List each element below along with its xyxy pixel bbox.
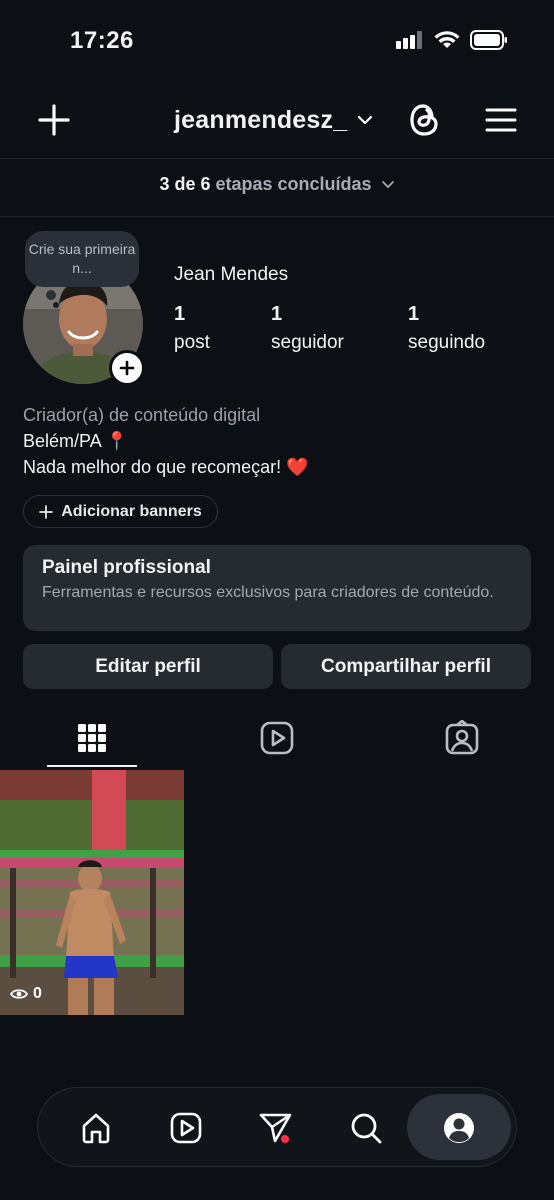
- reels-icon[interactable]: [259, 720, 295, 756]
- bottom-navigation: [37, 1087, 517, 1167]
- note-bubble[interactable]: Crie sua primeira n...: [25, 231, 139, 287]
- threads-icon[interactable]: [405, 100, 443, 140]
- post-thumbnail[interactable]: 0: [0, 770, 184, 1015]
- stat-label: seguindo: [408, 332, 486, 353]
- menu-icon[interactable]: [484, 104, 518, 136]
- professional-dashboard[interactable]: Painel profissional Ferramentas e recurs…: [23, 545, 531, 631]
- pin-emoji: 📍: [105, 431, 129, 451]
- pro-panel-title: Painel profissional: [42, 557, 211, 578]
- status-bar: 17:26: [0, 0, 554, 80]
- plus-icon: [39, 504, 54, 519]
- stat-label: seguidor: [271, 332, 344, 353]
- plus-icon: [119, 360, 135, 376]
- nav-profile[interactable]: [435, 1104, 483, 1152]
- tagged-icon[interactable]: [444, 720, 480, 756]
- top-bar: jeanmendesz_: [0, 90, 554, 150]
- battery-icon: [470, 30, 507, 50]
- post-photo: [0, 770, 184, 1015]
- grid-icon[interactable]: [74, 720, 110, 756]
- content-tabs: [0, 716, 554, 768]
- setup-progress[interactable]: 3 de 6 etapas concluídas: [0, 174, 554, 195]
- edit-profile-label: Editar perfil: [95, 655, 201, 677]
- note-text: Crie sua primeira n...: [28, 241, 136, 276]
- profile-icon: [444, 1113, 474, 1143]
- heart-emoji: ❤️: [286, 457, 309, 477]
- divider: [0, 216, 554, 217]
- reels-icon: [170, 1112, 202, 1144]
- bio-text-line: Nada melhor do que recomeçar! ❤️: [23, 454, 309, 480]
- direct-icon: [259, 1113, 292, 1143]
- setup-progress-label: etapas concluídas: [215, 174, 372, 194]
- create-plus-icon[interactable]: [36, 102, 72, 138]
- stat-posts[interactable]: 1 post: [174, 303, 210, 354]
- stat-following[interactable]: 1 seguindo: [408, 303, 485, 354]
- add-banners-button[interactable]: Adicionar banners: [23, 495, 218, 528]
- view-count: 0: [10, 985, 42, 1003]
- stat-followers[interactable]: 1 seguidor: [271, 303, 344, 354]
- active-tab-indicator: [47, 765, 137, 767]
- add-story-button[interactable]: [109, 350, 145, 386]
- cellular-signal-icon: [396, 31, 422, 49]
- bio-text: Nada melhor do que recomeçar!: [23, 457, 282, 477]
- bio-location-line: Belém/PA 📍: [23, 428, 309, 454]
- stat-value: 1: [174, 303, 186, 325]
- nav-search[interactable]: [342, 1104, 390, 1152]
- bio: Criador(a) de conteúdo digital Belém/PA …: [23, 402, 309, 480]
- search-icon: [351, 1113, 382, 1144]
- setup-progress-count: 3 de 6: [159, 174, 211, 194]
- edit-profile-button[interactable]: Editar perfil: [23, 644, 273, 689]
- note-bubble-tail: [46, 290, 56, 300]
- nav-direct[interactable]: [252, 1104, 300, 1152]
- view-count-value: 0: [33, 985, 42, 1002]
- eye-icon: [10, 989, 28, 999]
- share-profile-label: Compartilhar perfil: [321, 655, 491, 677]
- chevron-down-icon: [381, 181, 394, 189]
- nav-home[interactable]: [72, 1104, 120, 1152]
- stat-value: 1: [271, 303, 283, 325]
- chevron-down-icon: [358, 115, 373, 125]
- bio-category: Criador(a) de conteúdo digital: [23, 405, 261, 425]
- note-bubble-tail: [53, 302, 59, 308]
- stat-value: 1: [408, 303, 420, 325]
- status-icons: [396, 30, 508, 50]
- stat-label: post: [174, 332, 210, 353]
- status-time: 17:26: [70, 27, 134, 54]
- nav-reels[interactable]: [162, 1104, 210, 1152]
- account-switcher[interactable]: jeanmendesz_: [174, 102, 373, 138]
- bio-location: Belém/PA: [23, 431, 101, 451]
- add-banners-label: Adicionar banners: [61, 502, 202, 520]
- username: jeanmendesz_: [174, 105, 348, 134]
- profile-name: Jean Mendes: [174, 264, 289, 285]
- home-icon: [82, 1113, 110, 1144]
- share-profile-button[interactable]: Compartilhar perfil: [281, 644, 531, 689]
- wifi-icon: [434, 31, 460, 48]
- divider: [0, 158, 554, 159]
- pro-panel-subtitle: Ferramentas e recursos exclusivos para c…: [42, 584, 494, 601]
